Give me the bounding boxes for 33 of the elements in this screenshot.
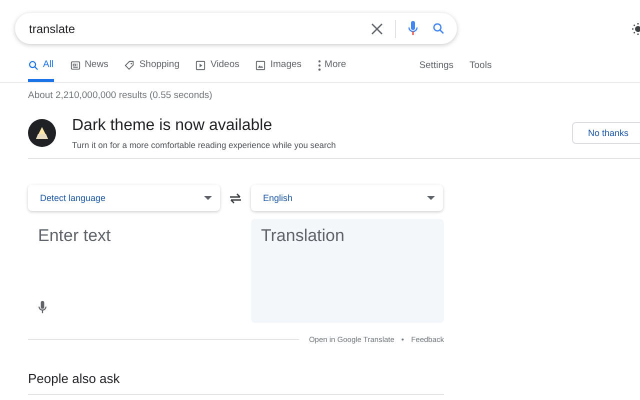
- newspaper-icon: [70, 60, 81, 70]
- text-input[interactable]: Enter text: [28, 219, 240, 324]
- banner-title: Dark theme is now available: [72, 116, 274, 136]
- image-icon: [255, 60, 266, 70]
- no-thanks-button[interactable]: No thanks: [572, 122, 640, 144]
- banner-text: Turn it on for a more comfortable reading experience while you search: [72, 139, 336, 152]
- microphone-icon[interactable]: [408, 21, 418, 36]
- caret-icon: [204, 196, 212, 200]
- search-input[interactable]: translate: [29, 20, 371, 38]
- tool-link[interactable]: Settings: [419, 59, 454, 82]
- sun-icon[interactable]: [629, 22, 640, 36]
- video-icon: [195, 60, 206, 70]
- section-heading: People also ask: [28, 368, 444, 395]
- microphone-icon[interactable]: [38, 301, 47, 314]
- more-icon: [318, 60, 321, 70]
- tab[interactable]: More: [318, 59, 346, 82]
- caret-icon: [427, 196, 435, 200]
- tab[interactable]: Shopping: [124, 59, 180, 82]
- tool-link[interactable]: Tools: [470, 59, 492, 82]
- language-dropdown[interactable]: Detect language: [28, 185, 220, 212]
- swap-icon[interactable]: [229, 192, 242, 204]
- lamp-icon: [28, 119, 56, 148]
- close-icon[interactable]: [371, 22, 383, 34]
- tab[interactable]: Videos: [195, 59, 240, 82]
- tab[interactable]: Images: [255, 59, 302, 82]
- translation-output: Translation: [251, 219, 444, 324]
- search-icon[interactable]: [432, 22, 445, 35]
- tab[interactable]: News: [70, 59, 108, 82]
- language-dropdown[interactable]: English: [251, 185, 443, 212]
- search-icon: [28, 60, 39, 70]
- result-stats: About 2,210,000,000 results (0.55 seconds): [28, 89, 214, 103]
- tab[interactable]: All: [28, 59, 54, 82]
- tag-icon: [124, 60, 136, 70]
